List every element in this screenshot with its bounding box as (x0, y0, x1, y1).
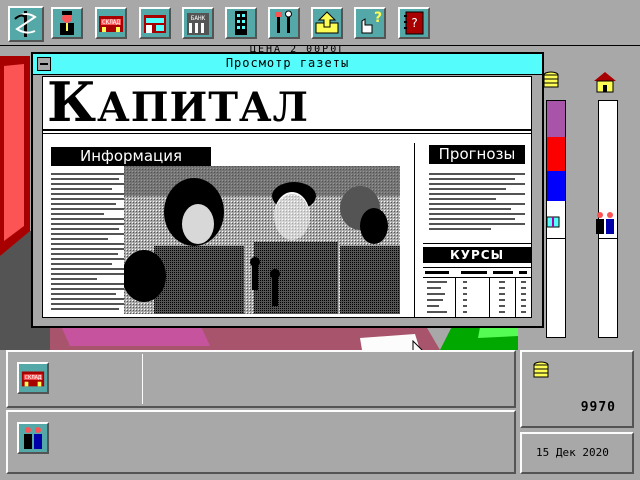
rates-divider (423, 243, 531, 244)
masthead-rest: АПИТАЛ (97, 84, 309, 131)
staff-gauge-right (598, 238, 618, 338)
house-icon (592, 70, 618, 98)
employees-icon (592, 210, 618, 240)
help-hand-icon[interactable]: ? (354, 7, 386, 39)
money-coins-icon-small (530, 360, 552, 386)
shop-icon[interactable] (139, 7, 171, 39)
section-info-heading: Информация (51, 147, 211, 166)
warehouse-panel (6, 350, 516, 408)
currency-rates-heading: КУРСЫ ВАЛЮТ (423, 247, 531, 278)
tools-icon[interactable] (268, 7, 300, 39)
staff-button[interactable] (17, 422, 49, 454)
office-building-icon[interactable] (225, 7, 257, 39)
warehouse-icon[interactable]: СКЛАД (95, 7, 127, 39)
svg-text:СКЛАД: СКЛАД (102, 19, 120, 26)
current-date: 15 Дек 2020 (536, 446, 609, 459)
masthead-initial: К (47, 76, 98, 134)
businessman-icon[interactable] (51, 7, 83, 39)
notebook-icon[interactable]: ? (398, 7, 430, 39)
bank-icon[interactable]: БАНК (182, 7, 214, 39)
window-title: Просмотр газеты (225, 56, 350, 70)
gift-icon (546, 212, 560, 232)
staff-panel (6, 410, 516, 474)
masthead-rule (43, 129, 531, 131)
svg-text:СКЛАД: СКЛАД (25, 375, 42, 381)
warehouse-button[interactable]: СКЛАД (17, 362, 49, 394)
svg-text:?: ? (411, 16, 417, 30)
svg-text:?: ? (374, 10, 382, 26)
currency-rates-table (423, 267, 531, 317)
svg-text:БАНК: БАНК (191, 15, 206, 22)
forecast-text-column (429, 173, 525, 233)
kaduceus-icon[interactable] (8, 6, 44, 42)
window-titlebar[interactable]: Просмотр газеты (33, 54, 542, 75)
section-forecast-heading: Прогнозы (429, 145, 525, 164)
newspaper-masthead: КАПИТАЛ (47, 76, 309, 134)
news-photo (124, 166, 400, 314)
info-text-column (51, 173, 127, 313)
column-divider (414, 143, 415, 317)
upload-icon[interactable] (311, 7, 343, 39)
staff-gauge-left (546, 238, 566, 338)
main-toolbar: СКЛАД БАНК ? ? (0, 0, 640, 46)
money-amount: 9970 (580, 400, 616, 415)
panel-divider (142, 354, 143, 404)
masthead-rule-thin (43, 133, 531, 134)
